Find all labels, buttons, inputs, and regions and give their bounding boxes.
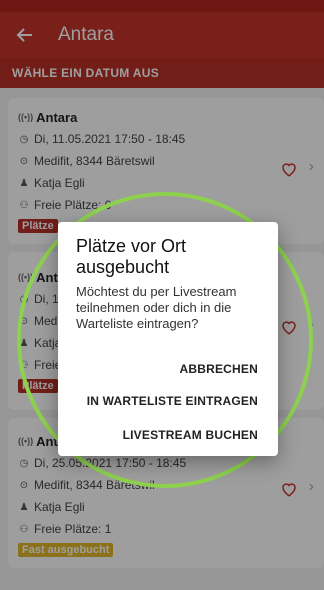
booking-dialog: Plätze vor Ort ausgebucht Möchtest du pe… [58, 222, 278, 456]
dialog-title: Plätze vor Ort ausgebucht [76, 236, 187, 277]
dialog-message: Möchtest du per Livestream teilnehmen od… [76, 284, 237, 331]
waitlist-button[interactable]: IN WARTELISTE EINTRAGEN [87, 394, 258, 408]
cancel-button[interactable]: ABBRECHEN [180, 362, 258, 376]
livestream-button[interactable]: LIVESTREAM BUCHEN [123, 428, 258, 442]
